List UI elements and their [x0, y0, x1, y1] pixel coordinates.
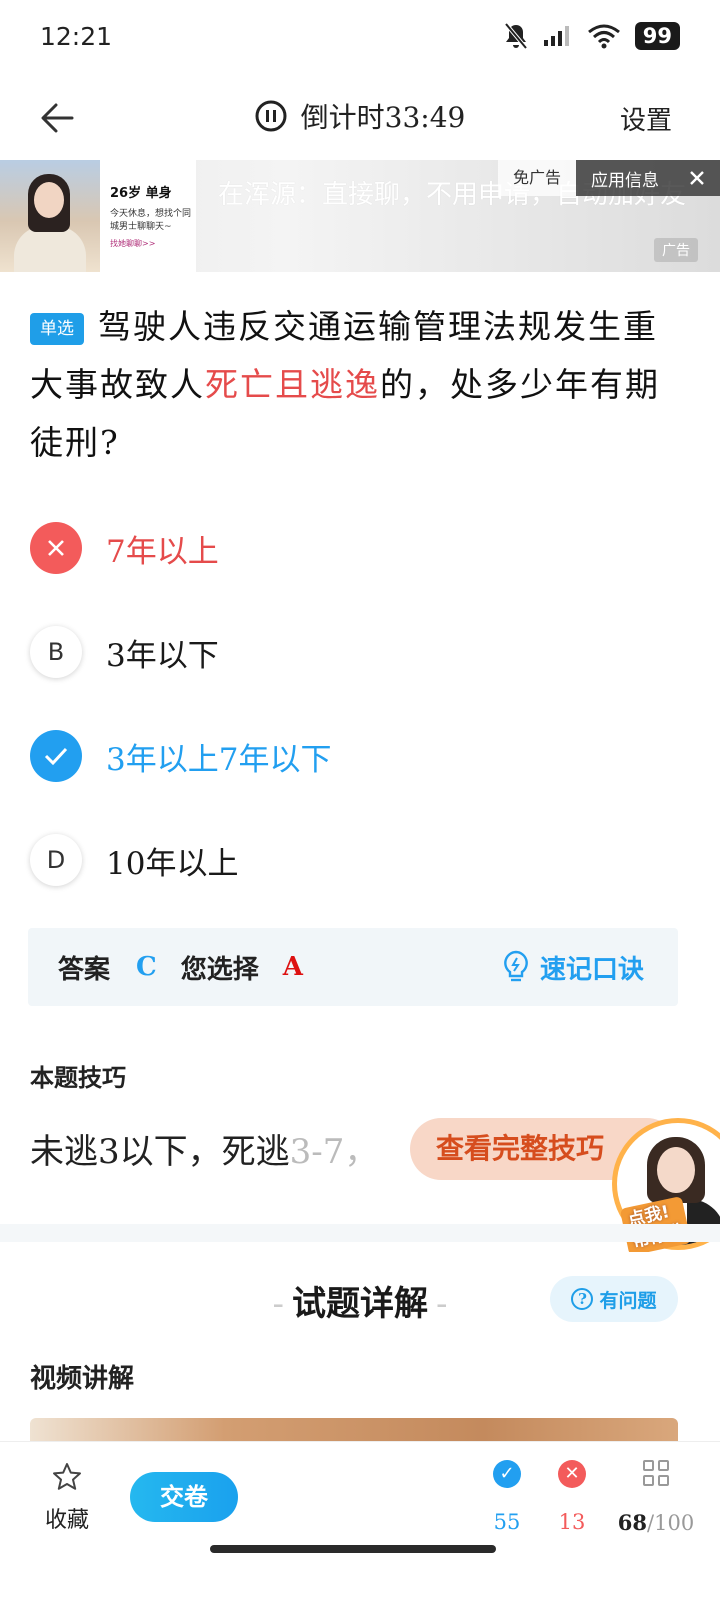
question-type-badge: 单选: [30, 313, 84, 345]
option-a[interactable]: 7年以上: [30, 520, 670, 576]
progress-text: 68/100: [614, 1510, 698, 1535]
correct-answer: C: [136, 952, 157, 982]
remove-ad-button[interactable]: 免广告: [498, 160, 576, 196]
section-divider: [0, 1224, 720, 1242]
correct-check-icon: ✓: [493, 1460, 521, 1488]
favorite-label: 收藏: [44, 1508, 89, 1533]
ad-tag: 广告: [654, 238, 698, 262]
option-d-text: 10年以上: [106, 845, 239, 882]
ad-card-link: 找她聊聊>>: [110, 239, 156, 248]
option-b[interactable]: B 3年以下: [30, 624, 670, 680]
status-time: 12:21: [40, 22, 113, 51]
chosen-label: 您选择: [180, 954, 259, 985]
question-mark-icon: ?: [571, 1288, 594, 1310]
option-b-text: 3年以下: [106, 637, 219, 674]
settings-button[interactable]: 设置: [620, 100, 672, 137]
signal-icon: [543, 26, 569, 46]
ad-card: 26岁 单身 今天休息，想找个同城男士聊聊天~ 找她聊聊>>: [100, 160, 196, 272]
star-icon: [53, 1463, 81, 1490]
tips-title: 本题技巧: [30, 1063, 126, 1092]
tips-text-main: 未逃3以下，死逃: [30, 1132, 290, 1172]
ad-card-title: 26岁 单身: [110, 186, 172, 201]
mnemonic-label: 速记口诀: [539, 954, 644, 985]
option-c-text: 3年以上7年以下: [106, 741, 332, 778]
battery-indicator: 99: [634, 22, 680, 50]
favorite-button[interactable]: 收藏: [40, 1462, 94, 1534]
option-a-text: 7年以上: [106, 533, 219, 570]
ad-info-button[interactable]: 应用信息: [576, 160, 720, 196]
home-indicator[interactable]: [210, 1545, 496, 1553]
option-b-letter: B: [30, 626, 82, 678]
ad-card-desc: 今天休息，想找个同城男士聊聊天~: [110, 209, 192, 232]
correct-count-value: 55: [493, 1510, 521, 1534]
progress-current: 68: [617, 1510, 648, 1535]
close-icon[interactable]: [689, 170, 705, 186]
wrong-x-icon: ✕: [558, 1460, 586, 1488]
wrong-count[interactable]: ✕ 13: [542, 1460, 602, 1534]
video-title: 视频讲解: [30, 1364, 135, 1394]
countdown-timer: 倒计时33:49: [0, 96, 720, 136]
option-d[interactable]: D 10年以上: [30, 832, 670, 888]
wifi-icon: [587, 24, 620, 49]
ad-photo: [0, 160, 100, 272]
answer-bar: 答案 C 您选择 A 速记口诀: [28, 928, 678, 1006]
correct-check-icon: [30, 730, 82, 782]
submit-exam-button[interactable]: 交卷: [130, 1472, 238, 1522]
tips-text: 未逃3以下，死逃3-7，: [30, 1124, 378, 1173]
mnemonic-button[interactable]: 速记口诀: [502, 949, 644, 986]
tips-text-faded: 3-7，: [289, 1132, 379, 1172]
answer-label: 答案: [58, 954, 111, 985]
option-d-letter: D: [30, 834, 82, 886]
grid-icon: [643, 1460, 669, 1486]
report-problem-button[interactable]: ? 有问题: [550, 1276, 678, 1322]
question-highlight: 死亡且逃逸: [205, 365, 380, 404]
status-bar: 12:21 99: [0, 0, 720, 80]
lightbulb-icon: [504, 950, 528, 982]
nav-bar: 倒计时33:49 设置: [0, 80, 720, 160]
progress-grid-button[interactable]: 68/100: [614, 1460, 698, 1535]
bottom-bar: 收藏 交卷 ✓ 55 ✕ 13 68/100: [0, 1441, 720, 1602]
explain-title-text: 试题详解: [292, 1284, 428, 1324]
question-text: 单选 驾驶人违反交通运输管理法规发生重大事故致人死亡且逃逸的，处多少年有期徒刑?: [30, 298, 690, 472]
pause-icon[interactable]: [255, 100, 287, 132]
status-icons: 99: [503, 22, 680, 50]
correct-count[interactable]: ✓ 55: [477, 1460, 537, 1534]
countdown-text: 倒计时33:49: [300, 101, 466, 134]
option-c[interactable]: 3年以上7年以下: [30, 728, 670, 784]
mute-bell-icon: [504, 22, 528, 50]
report-problem-label: 有问题: [599, 1289, 657, 1312]
wrong-count-value: 13: [558, 1510, 586, 1534]
chosen-answer: A: [282, 952, 303, 982]
ad-info-label: 应用信息: [591, 170, 659, 191]
progress-total: /100: [647, 1511, 695, 1535]
wrong-x-icon: [30, 522, 82, 574]
